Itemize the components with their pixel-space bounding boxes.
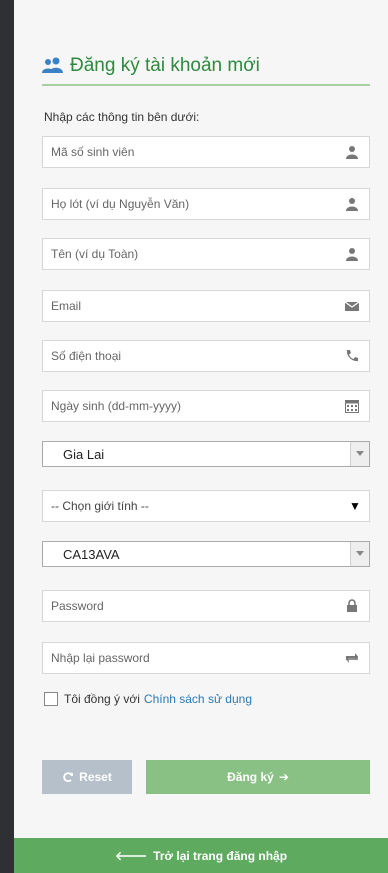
reset-button[interactable]: Reset — [42, 760, 132, 794]
caret-down-icon: ▼ — [349, 499, 361, 513]
chevron-down-icon — [350, 442, 369, 466]
first-name-input[interactable] — [43, 239, 339, 269]
class-select[interactable]: CA13AVA — [42, 541, 370, 567]
password-input[interactable] — [43, 591, 339, 621]
refresh-icon — [63, 772, 74, 783]
gender-value: -- Chọn giới tính -- — [51, 499, 149, 513]
phone-field — [42, 340, 370, 372]
phone-icon — [346, 350, 358, 362]
terms-link[interactable]: Chính sách sử dụng — [144, 692, 252, 706]
lock-icon — [347, 599, 357, 612]
back-to-login-button[interactable]: 🡐 Trở lại trang đăng nhập — [14, 838, 388, 873]
retweet-icon — [346, 653, 358, 663]
register-label: Đăng ký — [227, 770, 274, 784]
last-name-field — [42, 188, 370, 220]
user-icon — [346, 146, 358, 159]
password-confirm-field — [42, 642, 370, 674]
envelope-icon — [345, 301, 359, 311]
phone-input[interactable] — [43, 341, 339, 371]
province-select[interactable]: Gia Lai — [42, 441, 370, 467]
province-value: Gia Lai — [63, 446, 105, 462]
registration-panel: Đăng ký tài khoản mới Nhập các thông tin… — [14, 0, 388, 873]
first-name-field — [42, 238, 370, 270]
terms-agreement: Tôi đồng ý với Chính sách sử dụng — [44, 692, 252, 706]
chevron-down-icon — [350, 542, 369, 566]
user-icon — [346, 198, 358, 211]
user-icon — [346, 248, 358, 261]
page-title: Đăng ký tài khoản mới — [70, 55, 260, 76]
register-button[interactable]: Đăng ký ➔ — [146, 760, 370, 794]
class-value: CA13AVA — [63, 546, 120, 562]
reset-label: Reset — [79, 770, 112, 784]
birthday-field — [42, 390, 370, 422]
terms-text: Tôi đồng ý với — [64, 692, 140, 706]
password-field — [42, 590, 370, 622]
password-confirm-input[interactable] — [43, 643, 339, 673]
student-id-input[interactable] — [43, 137, 339, 167]
email-input[interactable] — [43, 291, 339, 321]
calendar-icon — [345, 400, 359, 413]
terms-checkbox[interactable] — [44, 692, 58, 706]
gender-select[interactable]: -- Chọn giới tính -- ▼ — [42, 490, 370, 522]
form-intro: Nhập các thông tin bên dưới: — [44, 110, 200, 124]
last-name-input[interactable] — [43, 189, 339, 219]
birthday-input[interactable] — [43, 391, 339, 421]
arrow-right-icon: ➔ — [278, 770, 289, 784]
email-field — [42, 290, 370, 322]
student-id-field — [42, 136, 370, 168]
form-header: Đăng ký tài khoản mới — [42, 48, 370, 86]
back-label: Trở lại trang đăng nhập — [153, 848, 288, 863]
users-icon — [42, 57, 63, 73]
arrow-left-icon: 🡐 — [114, 849, 148, 863]
